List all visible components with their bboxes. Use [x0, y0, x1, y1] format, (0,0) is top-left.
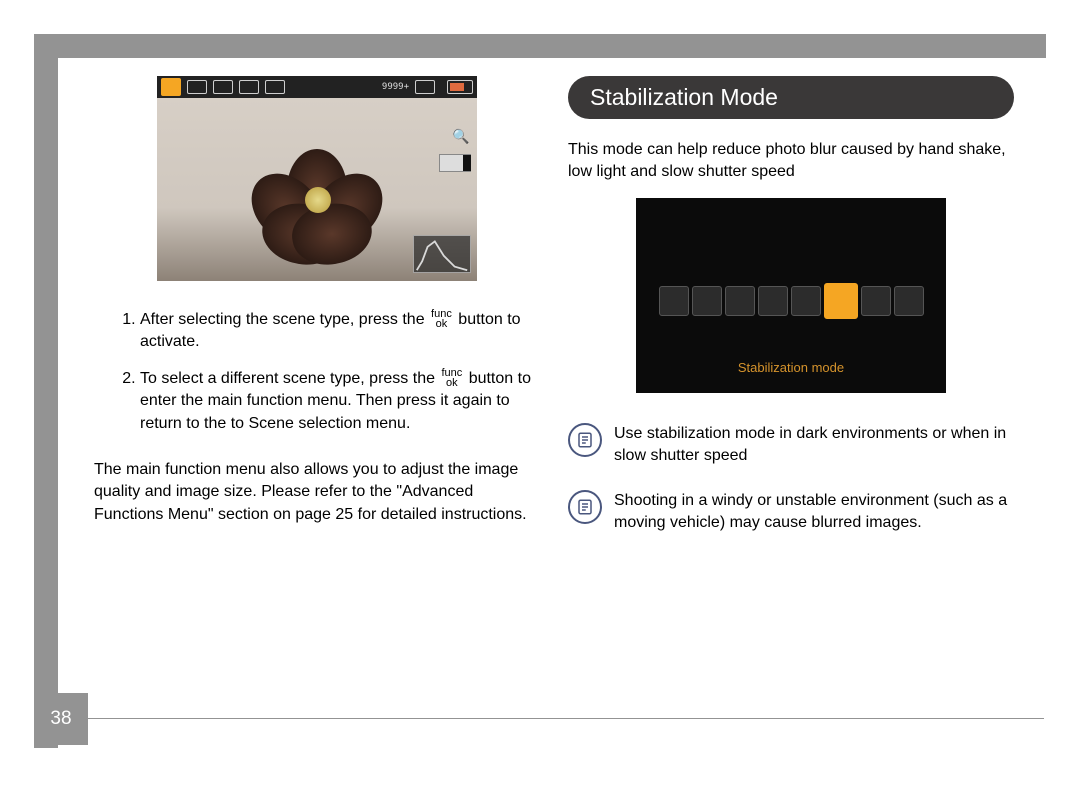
- step-text-pre: After selecting the scene type, press th…: [140, 311, 429, 328]
- step-text-pre: To select a different scene type, press …: [140, 370, 439, 387]
- mode-thumb-icon: [659, 286, 689, 316]
- func-ok-icon: funcok: [441, 369, 462, 389]
- card-icon: [265, 80, 285, 94]
- note-text: Use stabilization mode in dark environme…: [614, 423, 1014, 468]
- note-block: Shooting in a windy or unstable environm…: [568, 490, 1014, 535]
- mode-thumb-icon: [725, 286, 755, 316]
- stabilization-mode-icon: [824, 283, 858, 319]
- footer-rule: [58, 718, 1044, 719]
- resolution-icon: [239, 80, 259, 94]
- magnify-icon: 🔍: [451, 128, 471, 148]
- battery-icon: [447, 80, 473, 94]
- camera-preview-screenshot: 9999+ 🔍: [157, 76, 477, 281]
- note-text: Shooting in a windy or unstable environm…: [614, 490, 1014, 535]
- focus-icon: [187, 80, 207, 94]
- body-paragraph: The main function menu also allows you t…: [94, 459, 540, 526]
- instruction-step: To select a different scene type, press …: [140, 368, 540, 435]
- instruction-step: After selecting the scene type, press th…: [140, 309, 540, 354]
- mode-thumb-icon: [861, 286, 891, 316]
- mode-selection-screenshot: Stabilization mode: [636, 198, 946, 393]
- instruction-list: After selecting the scene type, press th…: [94, 309, 540, 435]
- mode-label: Stabilization mode: [636, 360, 946, 375]
- shots-remaining: 9999+: [382, 82, 409, 92]
- camera-topbar: 9999+: [157, 76, 477, 98]
- mode-thumb-icon: [758, 286, 788, 316]
- zoom-scale-icon: [439, 154, 471, 172]
- scene-mode-icon: [161, 78, 181, 96]
- camera-preview-image: 🔍: [157, 98, 477, 281]
- histogram-overlay: [413, 235, 471, 273]
- flower-illustration: [247, 139, 387, 259]
- note-block: Use stabilization mode in dark environme…: [568, 423, 1014, 468]
- note-icon: [568, 490, 602, 524]
- func-ok-icon: funcok: [431, 310, 452, 330]
- mode-thumb-icon: [894, 286, 924, 316]
- exposure-icon: [213, 80, 233, 94]
- memory-icon: [415, 80, 435, 94]
- mode-icon-row: [636, 286, 946, 319]
- note-icon: [568, 423, 602, 457]
- mode-thumb-icon: [692, 286, 722, 316]
- mode-thumb-icon: [791, 286, 821, 316]
- section-heading: Stabilization Mode: [568, 76, 1014, 119]
- page-number: 38: [34, 693, 88, 745]
- intro-paragraph: This mode can help reduce photo blur cau…: [568, 139, 1014, 184]
